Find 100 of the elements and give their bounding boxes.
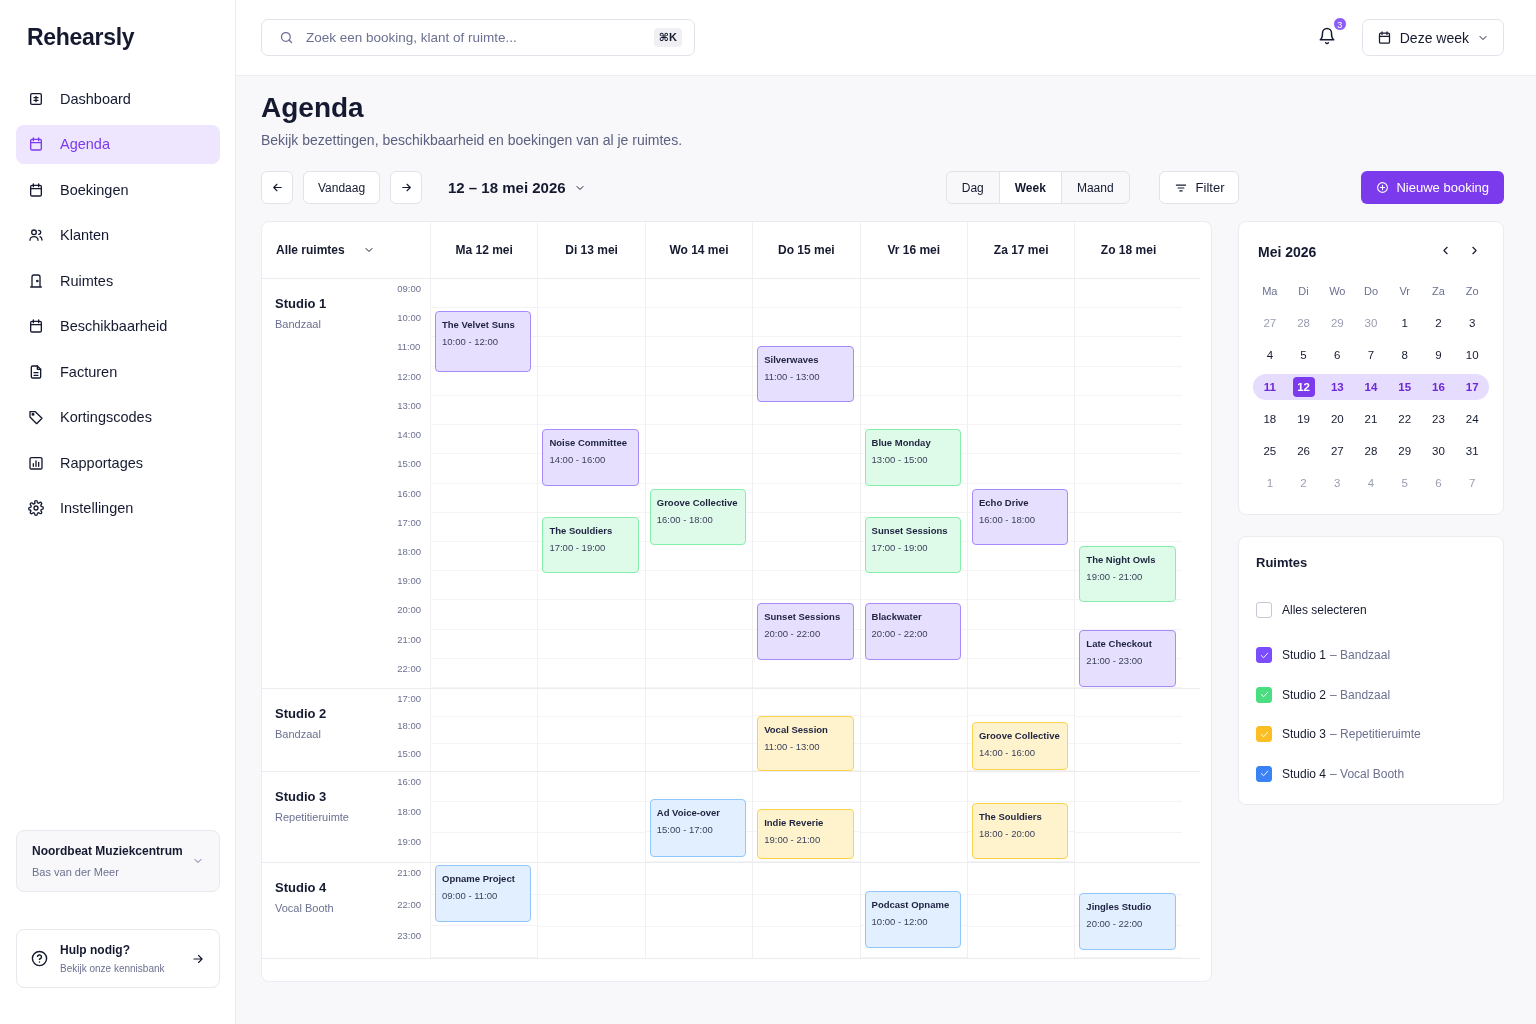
calendar-day[interactable]: 30	[1427, 441, 1450, 461]
calendar-day[interactable]: 31	[1461, 441, 1484, 461]
calendar-day[interactable]: 2	[1427, 313, 1450, 333]
filter-button[interactable]: Filter	[1158, 171, 1240, 204]
booking-time: 16:00 - 18:00	[978, 514, 1035, 525]
day-header: Ma 12 mei	[430, 222, 538, 278]
nav-item[interactable]: Kortingscodes	[16, 397, 220, 437]
calendar-day[interactable]: 22	[1393, 409, 1416, 429]
booking-card[interactable]: Noise Committee 14:00 - 16:00	[542, 429, 639, 486]
calendar-day[interactable]: 1	[1393, 313, 1416, 333]
calendar-day[interactable]: 28	[1360, 441, 1382, 461]
calendar-day[interactable]: 20	[1326, 409, 1349, 429]
calendar-day[interactable]: 26	[1292, 441, 1315, 461]
room-type: – Vocal Booth	[1330, 766, 1405, 781]
booking-time: 20:00 - 22:00	[871, 628, 928, 639]
day-header: Zo 18 mei	[1074, 222, 1182, 278]
arrow-right-icon	[399, 181, 413, 194]
calendar-day[interactable]: 6	[1326, 345, 1349, 365]
calendar-day[interactable]: 9	[1427, 345, 1450, 365]
calendar-day[interactable]: 14	[1360, 377, 1382, 397]
checkbox[interactable]	[1256, 686, 1272, 703]
nav-item[interactable]: Klanten	[16, 215, 220, 255]
day-header: Do 15 mei	[752, 222, 860, 278]
calendar-day[interactable]: 29	[1393, 441, 1416, 461]
booking-time: 11:00 - 13:00	[764, 371, 820, 382]
booking-card[interactable]: Groove Collective 14:00 - 16:00	[971, 722, 1069, 770]
checkbox[interactable]	[1256, 765, 1272, 782]
booking-card[interactable]: Echo Drive 16:00 - 18:00	[971, 489, 1069, 545]
room-type: – Repetitieruimte	[1330, 727, 1421, 742]
nav-item[interactable]: Dashboard	[16, 79, 220, 119]
calendar-day[interactable]: 21	[1360, 409, 1382, 429]
booking-card[interactable]: Vocal Session 11:00 - 13:00	[757, 716, 854, 771]
view-tab[interactable]: Dag	[946, 172, 999, 203]
search-field[interactable]: Zoek een booking, klant of ruimte... ⌘K	[261, 19, 695, 56]
nav-item[interactable]: Facturen	[16, 352, 220, 392]
nav-item[interactable]: Rapportages	[16, 443, 220, 483]
calendar-day[interactable]: 25	[1258, 441, 1281, 461]
calendar-day[interactable]: 5	[1292, 345, 1315, 365]
period-dropdown[interactable]: Deze week	[1361, 19, 1504, 56]
today-button[interactable]: Vandaag	[303, 171, 380, 204]
calendar-day[interactable]: 4	[1258, 345, 1281, 365]
calendar-day[interactable]: 16	[1427, 377, 1450, 397]
booking-title: Podcast Opname	[871, 899, 950, 910]
calendar-day[interactable]: 24	[1461, 409, 1484, 429]
booking-card[interactable]: Ad Voice-over 15:00 - 17:00	[649, 799, 747, 857]
time-label: 11:00	[397, 340, 421, 355]
booking-card[interactable]: Podcast Opname 10:00 - 12:00	[864, 891, 961, 948]
calendar-icon	[28, 181, 44, 198]
booking-card[interactable]: The Souldiers 18:00 - 20:00	[971, 803, 1069, 859]
date-range-picker[interactable]: 12 – 18 mei 2026	[442, 178, 592, 197]
booking-card[interactable]: Jingles Studio 20:00 - 22:00	[1079, 893, 1176, 950]
booking-card[interactable]: Indie Reverie 19:00 - 21:00	[757, 809, 854, 859]
booking-card[interactable]: Blue Monday 13:00 - 15:00	[864, 429, 961, 486]
room-name: Studio 3	[1282, 727, 1327, 742]
nav-item[interactable]: Agenda	[16, 124, 220, 164]
checkbox[interactable]	[1256, 647, 1272, 664]
calendar-day[interactable]: 13	[1326, 377, 1349, 397]
calendar-day[interactable]: 19	[1292, 409, 1315, 429]
time-label: 20:00	[397, 603, 421, 618]
view-tab[interactable]: Maand	[1061, 172, 1129, 203]
booking-time: 16:00 - 18:00	[656, 514, 713, 525]
plus-circle-icon	[1376, 181, 1390, 194]
calendar-day[interactable]: 10	[1461, 345, 1484, 365]
calendar-day[interactable]: 27	[1326, 441, 1349, 461]
nav-item[interactable]: Ruimtes	[16, 261, 220, 301]
calendar-day[interactable]: 12	[1292, 377, 1315, 397]
new-booking-button[interactable]: Nieuwe booking	[1361, 171, 1504, 204]
booking-card[interactable]: The Night Owls 19:00 - 21:00	[1079, 546, 1176, 602]
organization-switcher[interactable]: Noordbeat Muziekcentrum Bas van der Meer	[16, 830, 220, 892]
booking-card[interactable]: Sunset Sessions 20:00 - 22:00	[757, 603, 854, 660]
booking-card[interactable]: Groove Collective 16:00 - 18:00	[649, 489, 747, 545]
booking-card[interactable]: Blackwater 20:00 - 22:00	[864, 603, 961, 660]
search-input[interactable]: Zoek een booking, klant of ruimte...	[304, 29, 644, 46]
booking-card[interactable]: Late Checkout 21:00 - 23:00	[1079, 630, 1176, 687]
nav-item[interactable]: Instellingen	[16, 488, 220, 528]
booking-card[interactable]: Sunset Sessions 17:00 - 19:00	[864, 517, 961, 573]
calendar-day[interactable]: 8	[1393, 345, 1416, 365]
calendar-day[interactable]: 11	[1258, 377, 1281, 397]
checkbox[interactable]	[1256, 601, 1272, 618]
time-label: 18:00	[397, 805, 421, 819]
booking-card[interactable]: Silverwaves 11:00 - 13:00	[757, 346, 854, 402]
help-subtitle: Bekijk onze kennisbank	[60, 963, 166, 974]
checkbox[interactable]	[1256, 726, 1272, 743]
booking-card[interactable]: The Velvet Suns 10:00 - 12:00	[435, 311, 532, 372]
view-tab[interactable]: Week	[998, 172, 1062, 203]
booking-card[interactable]: The Souldiers 17:00 - 19:00	[542, 517, 639, 573]
calendar-day[interactable]: 7	[1360, 345, 1382, 365]
room-filter-dropdown[interactable]: Alle ruimtes	[262, 222, 430, 278]
nav-item[interactable]: Boekingen	[16, 170, 220, 210]
booking-title: The Velvet Suns	[442, 319, 515, 330]
calendar-day[interactable]: 3	[1461, 313, 1484, 333]
calendar-day[interactable]: 17	[1461, 377, 1484, 397]
help-card[interactable]: Hulp nodig? Bekijk onze kennisbank	[16, 929, 220, 988]
calendar-day[interactable]: 23	[1427, 409, 1450, 429]
studio-type: Vocal Booth	[275, 902, 334, 914]
nav-item[interactable]: Beschikbaarheid	[16, 306, 220, 346]
booking-card[interactable]: Opname Project 09:00 - 11:00	[435, 865, 532, 922]
calendar-day[interactable]: 15	[1393, 377, 1416, 397]
time-label: 22:00	[397, 897, 421, 912]
calendar-day[interactable]: 18	[1258, 409, 1281, 429]
